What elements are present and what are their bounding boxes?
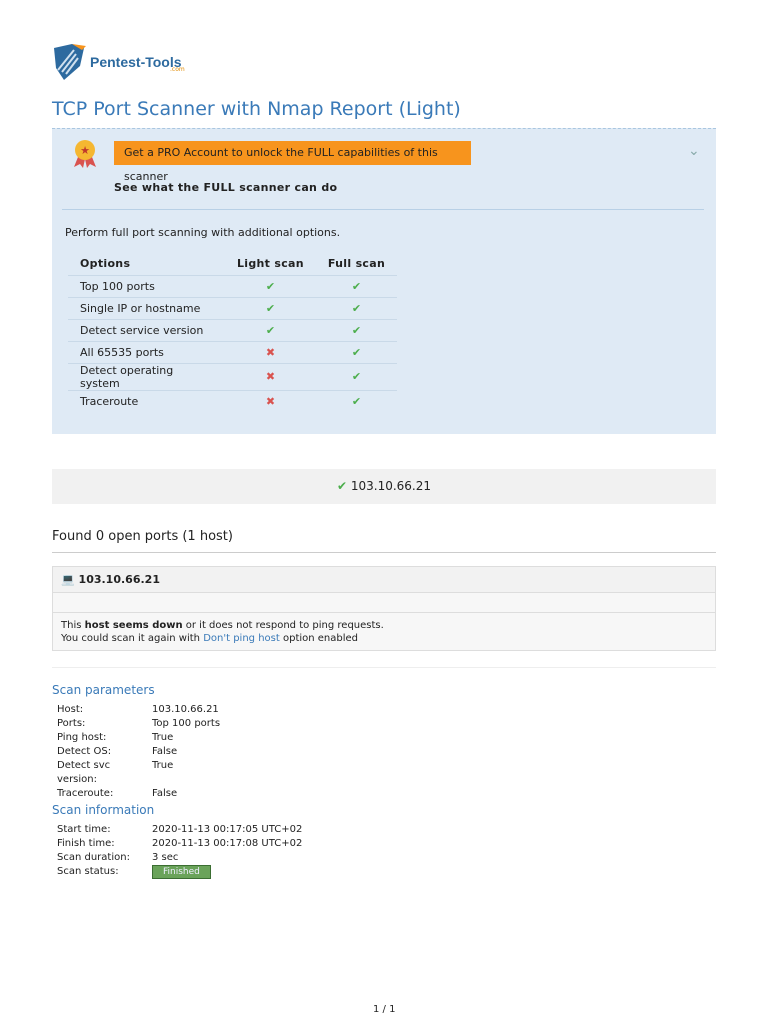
- award-badge-icon: ★: [74, 140, 96, 168]
- dont-ping-host-link[interactable]: Don't ping host: [203, 633, 280, 644]
- options-table: Options Light scan Full scan Top 100 por…: [68, 253, 398, 412]
- text: or it does not respond to ping requests.: [182, 620, 384, 631]
- see-full-scanner-link[interactable]: See what the FULL scanner can do: [114, 181, 337, 194]
- value: True: [152, 760, 174, 771]
- key: Detect OS:: [57, 746, 112, 757]
- value: False: [152, 746, 178, 757]
- kv-row: Scan duration: 3 sec: [57, 851, 302, 865]
- target-bar: ✔ 103.10.66.21: [52, 469, 716, 504]
- option-name: Single IP or hostname: [68, 296, 225, 319]
- key: Scan status:: [57, 866, 119, 877]
- scan-parameters-list: Host: 103.10.66.21 Ports: Top 100 ports Ping…: [57, 703, 220, 801]
- option-name: All 65535 ports: [68, 340, 225, 363]
- value: 2020-11-13 00:17:05 UTC+02: [152, 824, 303, 835]
- key: Finish time:: [57, 838, 115, 849]
- value: Top 100 ports: [152, 718, 221, 729]
- value: 2020-11-13 00:17:08 UTC+02: [152, 838, 303, 849]
- logo-suffix: .com: [170, 66, 185, 73]
- kv-row: Traceroute: False: [57, 787, 220, 801]
- value: True: [152, 732, 174, 743]
- logo-text: Pentest-Tools: [90, 54, 182, 70]
- kv-row: Finish time: 2020-11-13 00:17:08 UTC+02: [57, 837, 302, 851]
- check-icon: ✔: [225, 296, 316, 319]
- host-result-box: 💻 103.10.66.21 This host seems down or i…: [52, 566, 716, 651]
- option-name: Detect operating system: [68, 362, 225, 390]
- column-header: Light scan: [237, 257, 304, 271]
- kv-row: Detect OS: False: [57, 745, 220, 759]
- logo: Pentest-Tools .com: [52, 44, 185, 80]
- check-icon: ✔: [315, 340, 398, 363]
- table-row: All 65535 ports ✖ ✔: [68, 340, 398, 363]
- target-ip: 103.10.66.21: [350, 479, 432, 493]
- text: This: [61, 620, 85, 631]
- key: Scan duration:: [57, 852, 130, 863]
- check-icon: ✔: [315, 318, 398, 341]
- kv-row: Host: 103.10.66.21: [57, 703, 220, 717]
- found-heading: Found 0 open ports (1 host): [52, 529, 233, 544]
- divider: [52, 552, 716, 553]
- key: Detect svc version:: [57, 760, 111, 785]
- text: You could scan it again with: [61, 633, 204, 644]
- scan-parameters-heading: Scan parameters: [52, 683, 155, 697]
- page-title: TCP Port Scanner with Nmap Report (Light…: [52, 98, 461, 120]
- column-header: Options: [80, 257, 131, 271]
- host-down-text: host seems down: [84, 620, 183, 631]
- kv-row: Start time: 2020-11-13 00:17:05 UTC+02: [57, 823, 302, 837]
- table-row: Detect operating system ✖ ✔: [68, 362, 398, 390]
- check-icon: ✔: [315, 274, 398, 297]
- page-number: 1 / 1: [373, 1004, 396, 1015]
- key: Ports:: [57, 718, 86, 729]
- key: Start time:: [57, 824, 111, 835]
- status-badge: Finished: [152, 865, 211, 879]
- check-icon: ✔: [225, 318, 316, 341]
- divider: [52, 667, 716, 668]
- shield-icon: [54, 44, 86, 80]
- option-name: Traceroute: [68, 389, 225, 412]
- key: Ping host:: [57, 732, 107, 743]
- key: Host:: [57, 704, 84, 715]
- check-icon: ✔: [315, 362, 398, 390]
- table-row: Single IP or hostname ✔ ✔: [68, 296, 398, 319]
- host-message: This host seems down or it does not resp…: [53, 613, 715, 651]
- table-row: Detect service version ✔ ✔: [68, 318, 398, 341]
- scan-status-row: Scan status: Finished: [57, 865, 211, 879]
- pro-promo-panel: ★ Get a PRO Account to unlock the FULL c…: [52, 128, 716, 434]
- promo-description: Perform full port scanning with addition…: [65, 226, 341, 239]
- value: 3 sec: [152, 852, 179, 863]
- svg-text:★: ★: [80, 144, 90, 157]
- key: Traceroute:: [57, 788, 114, 799]
- cross-icon: ✖: [225, 340, 316, 363]
- check-icon: ✔: [336, 479, 348, 493]
- scan-information-list: Start time: 2020-11-13 00:17:05 UTC+02 Fin…: [57, 823, 302, 865]
- chevron-down-icon[interactable]: ⌄: [688, 143, 700, 159]
- cross-icon: ✖: [225, 362, 316, 390]
- option-name: Detect service version: [68, 318, 225, 341]
- cross-icon: ✖: [225, 389, 316, 412]
- kv-row: Ping host: True: [57, 731, 220, 745]
- get-pro-account-button[interactable]: Get a PRO Account to unlock the FULL cap…: [114, 141, 471, 183]
- host-ip: 103.10.66.21: [78, 573, 160, 586]
- scan-information-heading: Scan information: [52, 803, 155, 817]
- divider: [62, 209, 704, 210]
- value: 103.10.66.21: [152, 704, 219, 715]
- table-row: Traceroute ✖ ✔: [68, 389, 398, 412]
- check-icon: ✔: [315, 296, 398, 319]
- value: False: [152, 788, 178, 799]
- text: option enabled: [279, 633, 359, 644]
- option-name: Top 100 ports: [68, 274, 225, 297]
- table-row: Top 100 ports ✔ ✔: [68, 274, 398, 297]
- check-icon: ✔: [315, 389, 398, 412]
- kv-row: Ports: Top 100 ports: [57, 717, 220, 731]
- kv-row: Detect svc version: True: [57, 759, 220, 787]
- laptop-icon: 💻: [61, 573, 75, 586]
- column-header: Full scan: [327, 257, 386, 271]
- check-icon: ✔: [225, 274, 316, 297]
